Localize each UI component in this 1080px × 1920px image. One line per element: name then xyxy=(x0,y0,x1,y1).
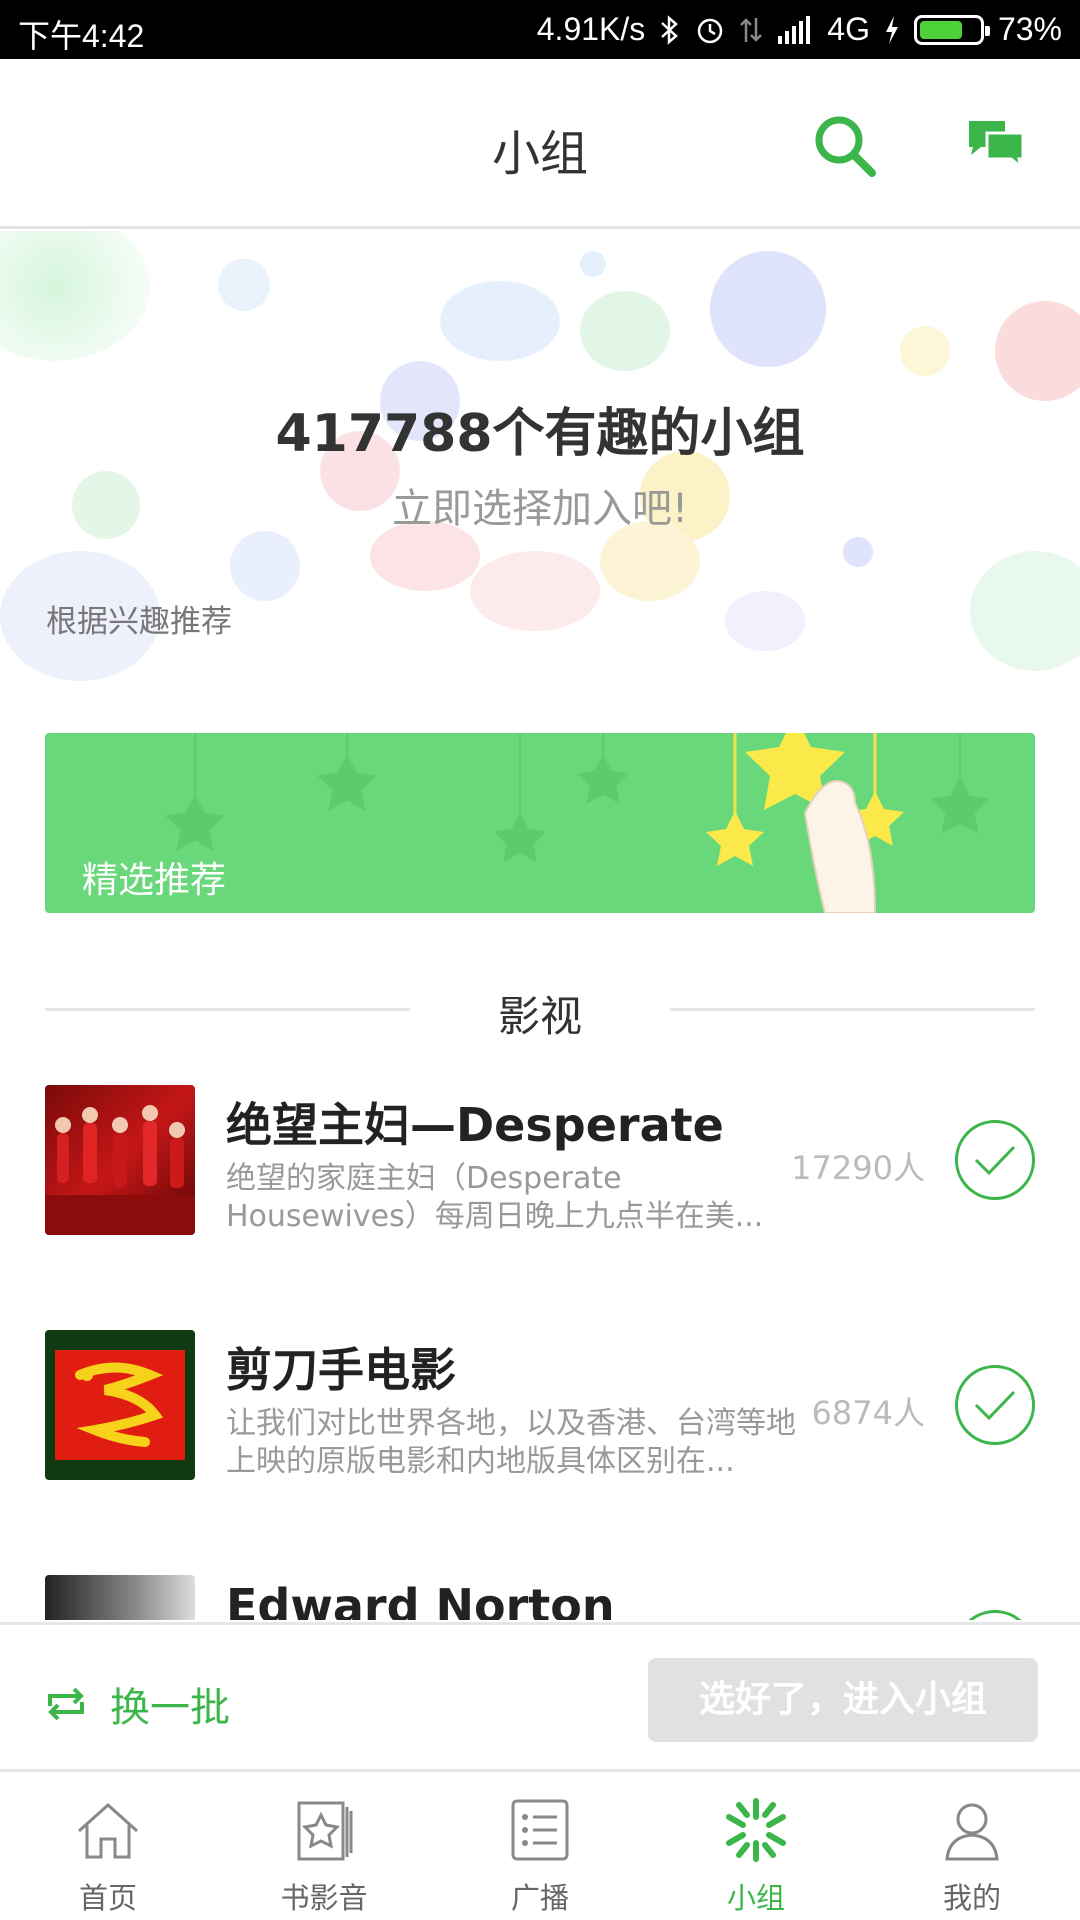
page-title: 小组 xyxy=(491,126,588,182)
recommend-label: 根据兴趣推荐 xyxy=(46,604,232,640)
network-speed: 4.91K/s xyxy=(536,11,646,47)
refresh-label: 换一批 xyxy=(110,1685,230,1731)
alarm-icon xyxy=(695,15,725,45)
messages-button[interactable] xyxy=(965,117,1027,173)
charging-icon xyxy=(884,15,900,45)
decor-bubble xyxy=(580,251,606,277)
decor-bubble xyxy=(440,281,560,361)
chat-bubbles-icon xyxy=(969,121,1025,171)
category-divider: 影视 xyxy=(45,978,1035,1042)
group-description: 让我们对比世界各地，以及香港、台湾等地上映的原版电影和内地版具体区别在... xyxy=(226,1406,796,1479)
group-list: 绝望主妇—Desperate 绝望的家庭主妇（Desperate Housewi… xyxy=(0,1085,1080,1620)
group-thumbnail xyxy=(45,1330,195,1480)
group-title: 绝望主妇—Desperate xyxy=(226,1098,724,1152)
app-header: 小组 xyxy=(0,59,1080,229)
group-row[interactable]: 绝望主妇—Desperate 绝望的家庭主妇（Desperate Housewi… xyxy=(0,1085,1080,1235)
bluetooth-icon xyxy=(659,14,681,45)
category-name: 影视 xyxy=(497,992,582,1041)
group-thumbnail xyxy=(45,1085,195,1235)
select-toggle[interactable] xyxy=(955,1120,1035,1200)
search-icon xyxy=(815,116,876,177)
signal-icon xyxy=(777,15,813,44)
decor-bubble xyxy=(230,531,300,601)
nav-label: 首页 xyxy=(78,1881,137,1915)
decor-bubble xyxy=(995,301,1080,401)
home-icon xyxy=(77,1802,139,1859)
battery-percent: 73% xyxy=(997,11,1062,47)
select-toggle[interactable] xyxy=(955,1365,1035,1445)
data-transfer-icon xyxy=(739,15,763,45)
status-bar: 下午4:42 4.91K/s 4G 73% xyxy=(0,0,1080,59)
group-thumbnail xyxy=(45,1575,195,1620)
search-button[interactable] xyxy=(810,111,880,181)
action-bar: 换一批 选好了，进入小组 xyxy=(0,1622,1080,1772)
decor-bubble xyxy=(470,551,600,631)
group-description: 绝望的家庭主妇（Desperate Housewives）每周日晚上九点半在美.… xyxy=(226,1161,764,1234)
decor-bubble xyxy=(843,537,873,567)
member-count: 17290人 xyxy=(791,1149,925,1187)
select-toggle[interactable] xyxy=(955,1610,1035,1620)
book-movie-music-icon xyxy=(297,1801,353,1861)
banner-label: 精选推荐 xyxy=(82,860,227,901)
network-type: 4G xyxy=(827,11,870,47)
battery-icon xyxy=(913,14,990,45)
checkmark-icon xyxy=(974,1390,1016,1421)
status-time: 下午4:42 xyxy=(18,18,145,54)
profile-icon xyxy=(945,1803,999,1861)
hero-headline: 417788个有趣的小组 xyxy=(275,404,805,464)
broadcast-icon xyxy=(511,1799,569,1861)
group-row[interactable]: 剪刀手电影 让我们对比世界各地，以及香港、台湾等地上映的原版电影和内地版具体区别… xyxy=(0,1330,1080,1480)
group-title: 剪刀手电影 xyxy=(226,1343,456,1397)
enter-groups-button[interactable]: 选好了，进入小组 xyxy=(648,1658,1038,1742)
decor-bubble xyxy=(725,591,805,651)
bottom-nav: 首页 书影音 广播 小组 我的 xyxy=(0,1775,1080,1920)
nav-label: 书影音 xyxy=(280,1881,368,1915)
nav-item-home[interactable]: 首页 xyxy=(0,1775,216,1920)
status-right: 4.91K/s 4G 73% xyxy=(537,11,1062,48)
nav-label: 小组 xyxy=(726,1881,785,1915)
checkmark-icon xyxy=(974,1145,1016,1176)
nav-item-profile[interactable]: 我的 xyxy=(864,1775,1080,1920)
nav-item-broadcast[interactable]: 广播 xyxy=(432,1775,648,1920)
refresh-icon xyxy=(48,1687,84,1721)
decor-bubble xyxy=(218,259,270,311)
nav-item-books-movies-music[interactable]: 书影音 xyxy=(216,1775,432,1920)
hero-section: 417788个有趣的小组 立即选择加入吧! 根据兴趣推荐 xyxy=(0,231,1080,681)
divider-line xyxy=(670,1008,1035,1011)
group-icon xyxy=(726,1798,786,1862)
decor-bubble xyxy=(0,231,150,361)
nav-label: 广播 xyxy=(510,1881,569,1915)
nav-item-groups[interactable]: 小组 xyxy=(648,1775,864,1920)
decor-bubble xyxy=(710,251,826,367)
decor-bubble xyxy=(900,326,950,376)
decor-bubble xyxy=(970,551,1080,671)
member-count: 6874人 xyxy=(811,1394,925,1432)
group-row[interactable]: Edward Norton xyxy=(0,1575,1080,1620)
refresh-button[interactable]: 换一批 xyxy=(42,1675,230,1733)
group-title: Edward Norton xyxy=(226,1579,615,1620)
nav-label: 我的 xyxy=(942,1881,1001,1915)
featured-banner[interactable]: 精选推荐 xyxy=(45,733,1035,913)
hero-subline: 立即选择加入吧! xyxy=(391,486,689,532)
